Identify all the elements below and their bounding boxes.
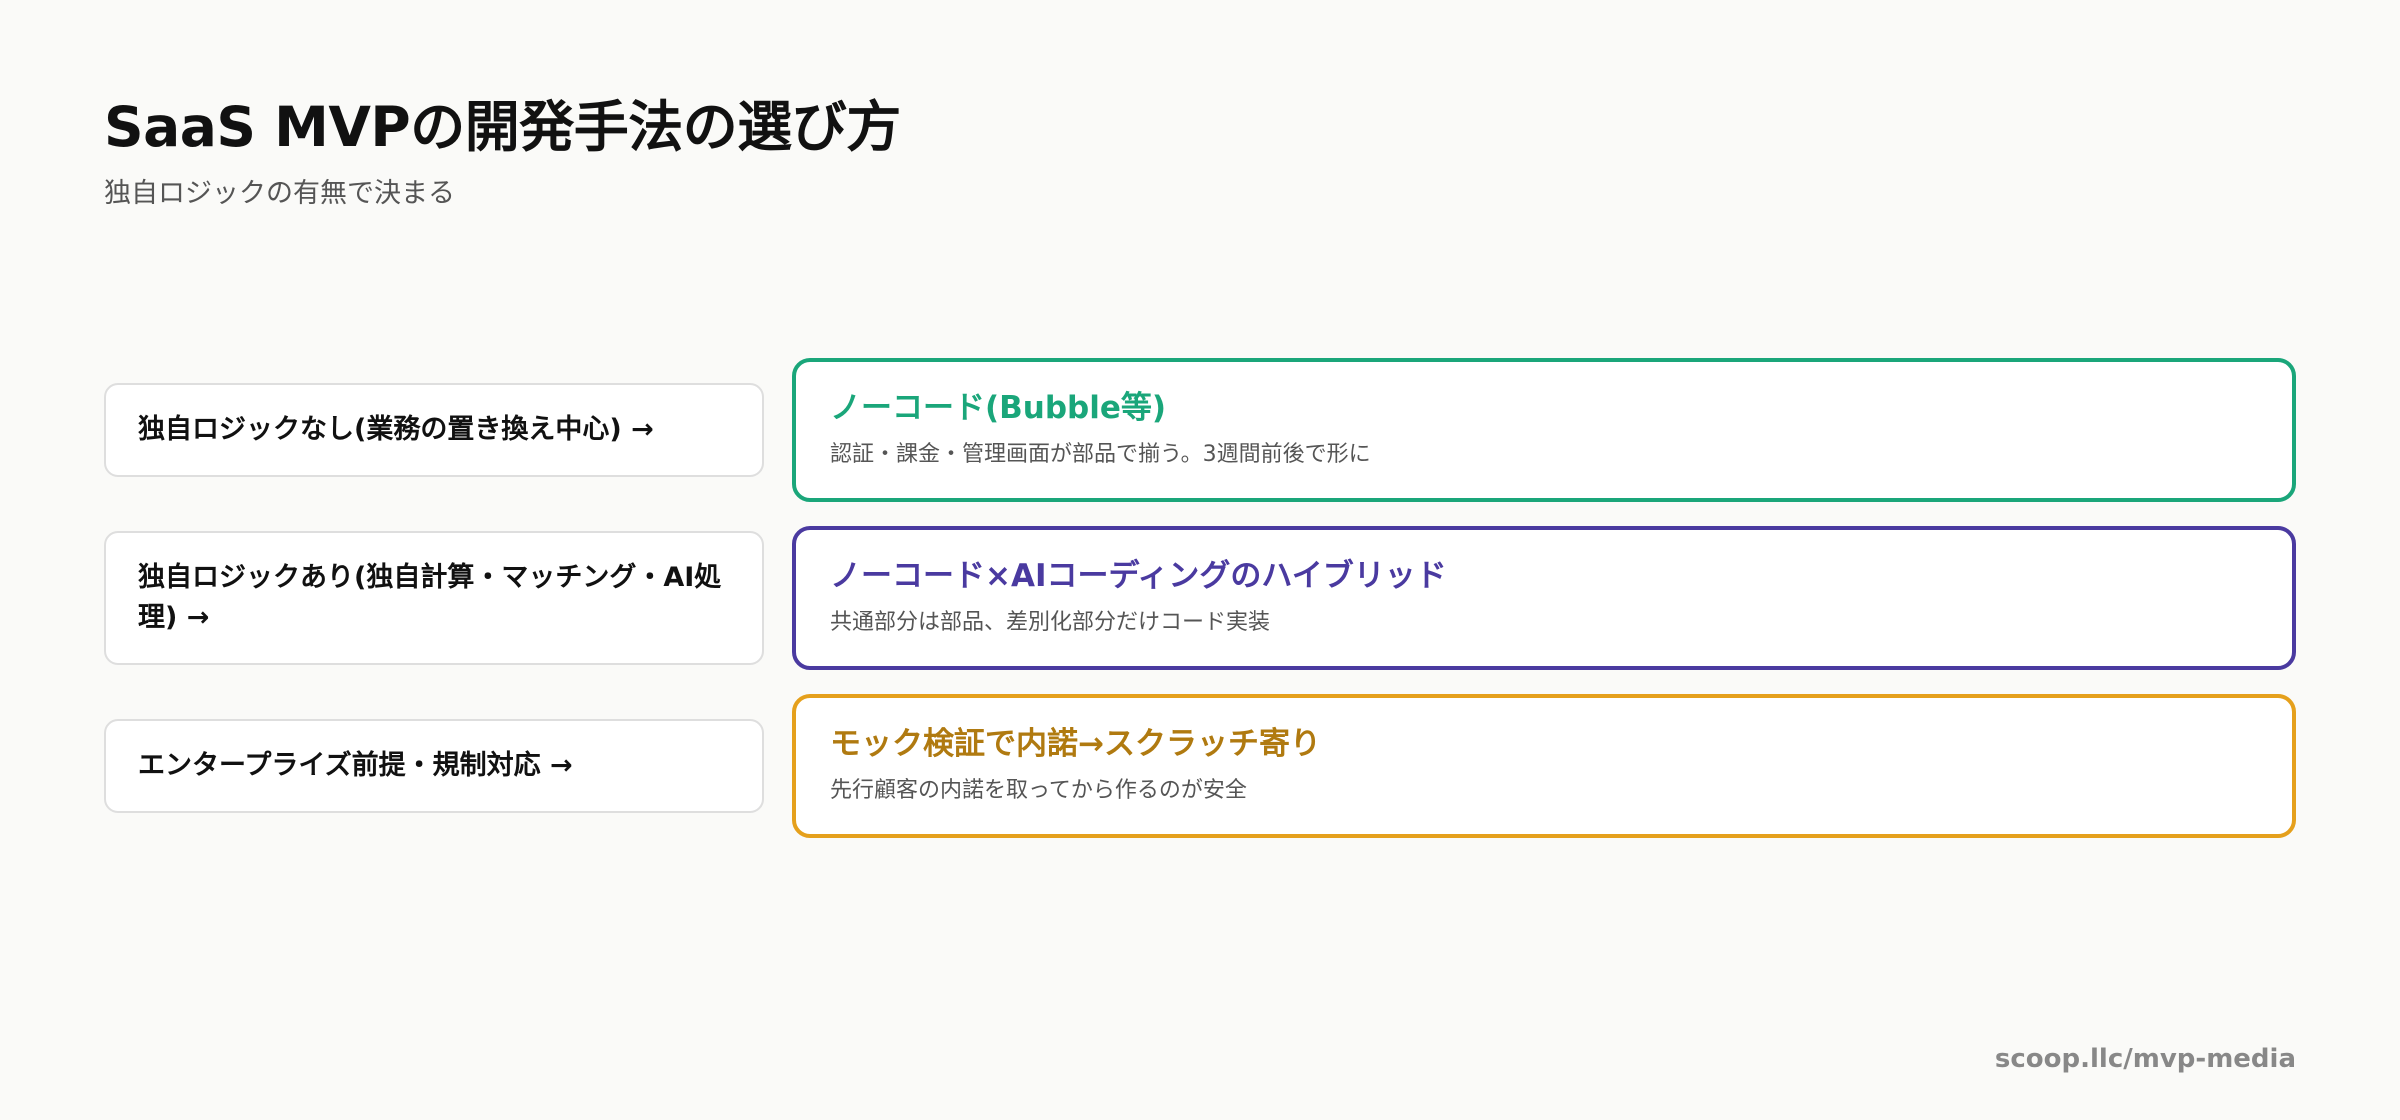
- decision-row-1: 独自ロジックなし(業務の置き換え中心) → ノーコード(Bubble等) 認証・…: [104, 358, 2296, 502]
- result-box-3: モック検証で内諾→スクラッチ寄り 先行顧客の内諾を取ってから作るのが安全: [792, 694, 2296, 838]
- result-desc-1: 認証・課金・管理画面が部品で揃う。3週間前後で形に: [830, 442, 1371, 467]
- condition-label-3: エンタープライズ前提・規制対応 →: [138, 750, 573, 781]
- decision-row-2: 独自ロジックあり(独自計算・マッチング・AI処理) → ノーコード×AIコーディ…: [104, 526, 2296, 670]
- condition-label-1: 独自ロジックなし(業務の置き換え中心) →: [138, 414, 654, 445]
- page-title: SaaS MVPの開発手法の選び方: [104, 95, 901, 159]
- result-title-2: ノーコード×AIコーディングのハイブリッド: [830, 558, 1447, 594]
- decision-rows: 独自ロジックなし(業務の置き換え中心) → ノーコード(Bubble等) 認証・…: [104, 358, 2296, 862]
- result-title-1: ノーコード(Bubble等): [830, 390, 1167, 426]
- footer-url[interactable]: scoop.llc/mvp-media: [1995, 1044, 2296, 1074]
- condition-box-2: 独自ロジックあり(独自計算・マッチング・AI処理) →: [104, 531, 764, 665]
- result-box-2: ノーコード×AIコーディングのハイブリッド 共通部分は部品、差別化部分だけコード…: [792, 526, 2296, 670]
- decision-row-3: エンタープライズ前提・規制対応 → モック検証で内諾→スクラッチ寄り 先行顧客の…: [104, 694, 2296, 838]
- condition-box-1: 独自ロジックなし(業務の置き換え中心) →: [104, 383, 764, 477]
- result-desc-2: 共通部分は部品、差別化部分だけコード実装: [830, 610, 1271, 635]
- condition-label-2: 独自ロジックあり(独自計算・マッチング・AI処理) →: [138, 562, 722, 633]
- header: SaaS MVPの開発手法の選び方 独自ロジックの有無で決まる: [104, 92, 901, 212]
- page-subtitle: 独自ロジックの有無で決まる: [104, 178, 455, 209]
- result-desc-3: 先行顧客の内諾を取ってから作るのが安全: [830, 778, 1247, 803]
- result-box-1: ノーコード(Bubble等) 認証・課金・管理画面が部品で揃う。3週間前後で形に: [792, 358, 2296, 502]
- condition-box-3: エンタープライズ前提・規制対応 →: [104, 719, 764, 813]
- result-title-3: モック検証で内諾→スクラッチ寄り: [830, 726, 1321, 762]
